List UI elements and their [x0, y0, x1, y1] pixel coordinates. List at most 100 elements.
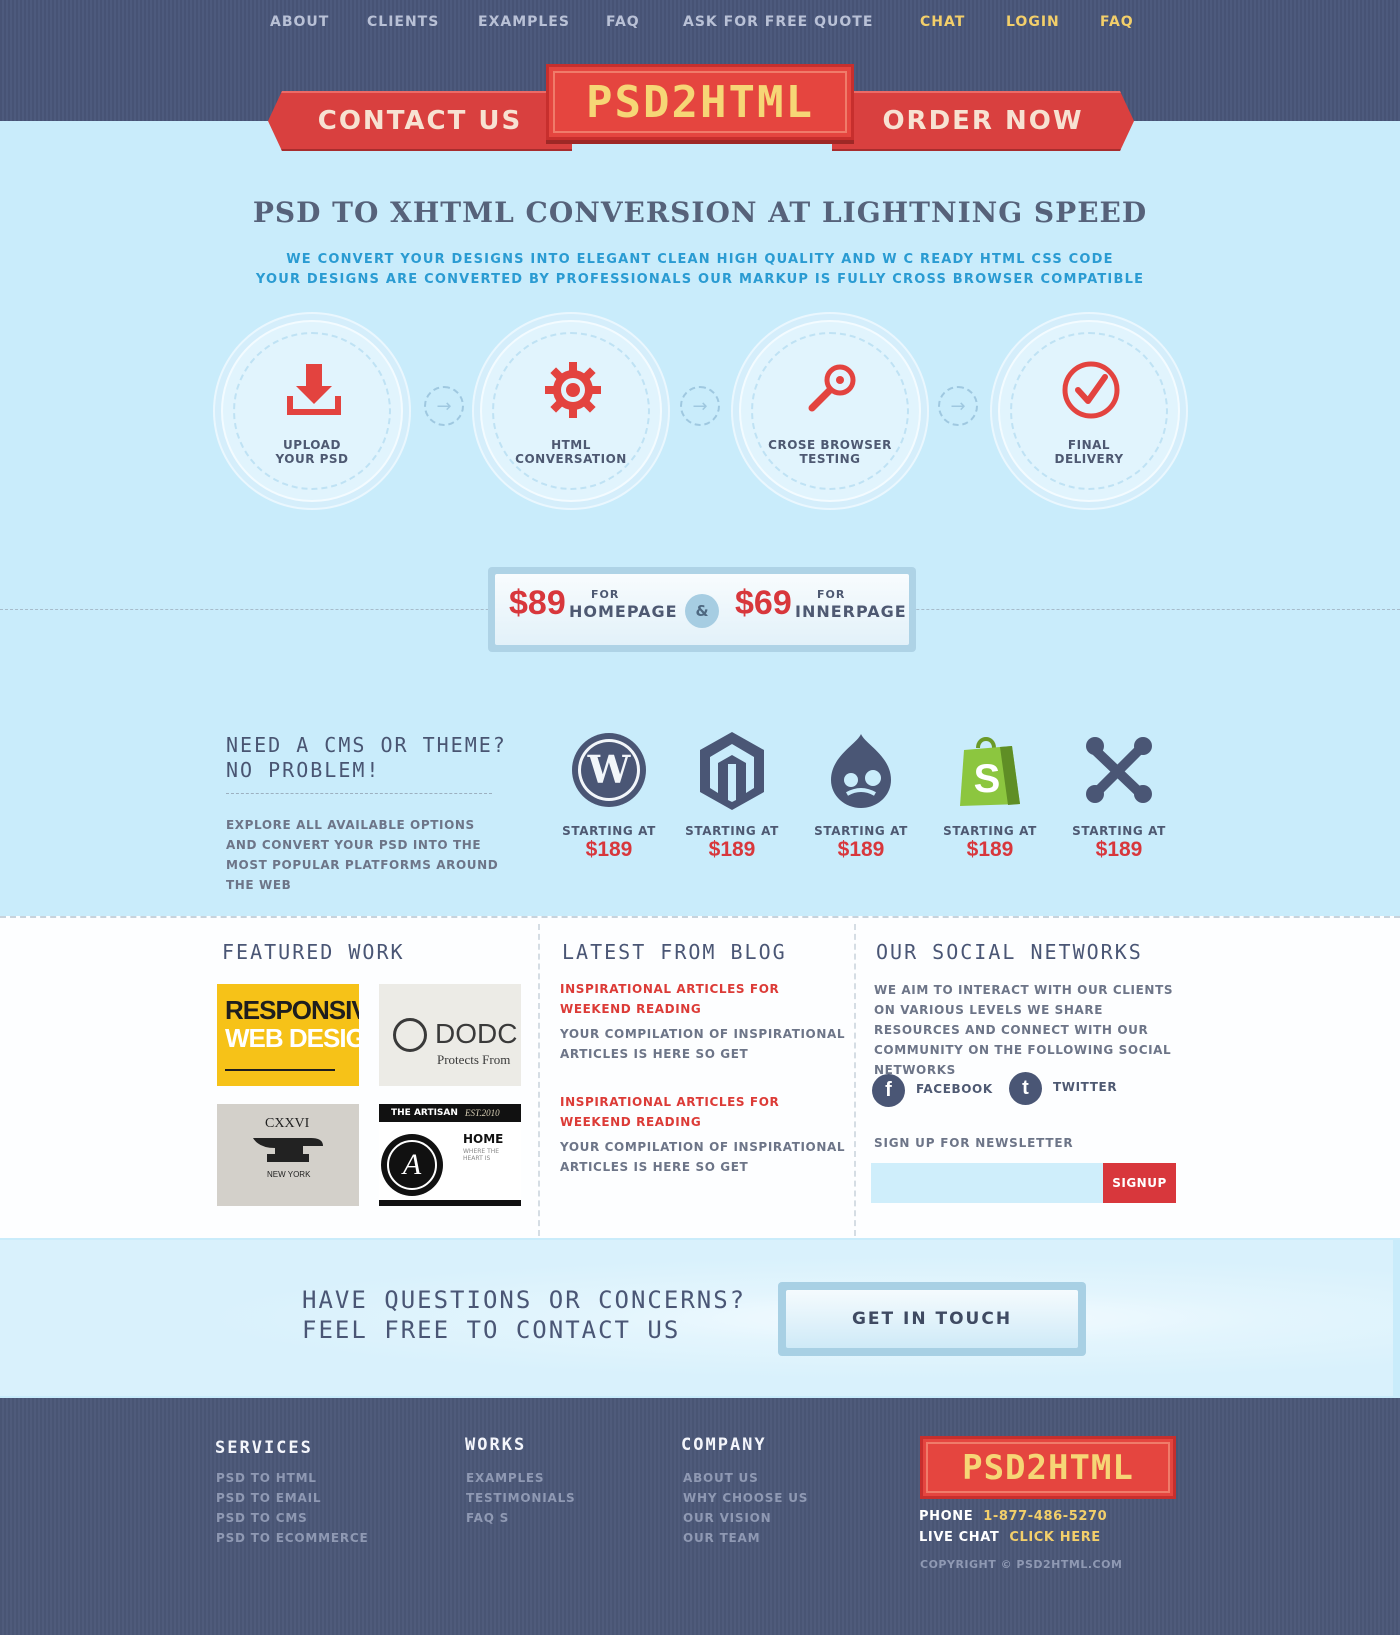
- order-now-button[interactable]: ORDER NOW: [832, 91, 1134, 151]
- footer-phone: PHONE 1-877-486-5270: [919, 1509, 1107, 1524]
- cms-joomla[interactable]: STARTING AT $189: [1064, 730, 1174, 862]
- footer-logo[interactable]: PSD2HTML: [920, 1436, 1176, 1499]
- thumb-subtext: Protects From: [437, 1052, 511, 1067]
- column-divider: [538, 924, 540, 1236]
- cms-description: EXPLORE ALL AVAILABLE OPTIONS AND CONVER…: [226, 818, 499, 892]
- step-label-line2: YOUR PSD: [275, 452, 349, 466]
- cms-magento[interactable]: STARTING AT $189: [677, 730, 787, 862]
- live-chat-link[interactable]: CLICK HERE: [1009, 1530, 1100, 1545]
- cms-shopify[interactable]: S STARTING AT $189: [935, 730, 1045, 862]
- footer-company-title: COMPANY: [681, 1435, 767, 1455]
- check-icon: [1062, 361, 1120, 419]
- column-divider: [854, 924, 856, 1236]
- footer-link[interactable]: WHY CHOOSE US: [683, 1491, 808, 1505]
- ampersand-badge: &: [685, 594, 719, 628]
- content-section: [0, 916, 1400, 1238]
- svg-text:S: S: [974, 757, 1001, 801]
- contact-us-button[interactable]: CONTACT US: [268, 91, 572, 151]
- top-nav: ABOUT CLIENTS EXAMPLES FAQ ASK FOR FREE …: [0, 14, 1400, 34]
- footer-link[interactable]: EXAMPLES: [466, 1471, 544, 1485]
- svg-text:W: W: [587, 747, 632, 792]
- cms-starting: STARTING AT: [685, 824, 779, 838]
- step-label-line1: UPLOAD: [283, 438, 341, 452]
- contact-line1: HAVE QUESTIONS OR CONCERNS?: [302, 1286, 747, 1314]
- cms-price: $189: [966, 838, 1014, 861]
- nav-free-quote[interactable]: ASK FOR FREE QUOTE: [683, 14, 873, 30]
- twitter-icon[interactable]: t: [1009, 1072, 1042, 1105]
- facebook-link[interactable]: FACEBOOK: [916, 1082, 993, 1096]
- magento-icon: [700, 732, 764, 810]
- cms-starting: STARTING AT: [814, 824, 908, 838]
- footer-link[interactable]: PSD TO HTML: [216, 1471, 317, 1485]
- drupal-icon: [831, 734, 891, 808]
- footer-link[interactable]: PSD TO ECOMMERCE: [216, 1531, 368, 1545]
- nav-clients[interactable]: CLIENTS: [367, 14, 439, 30]
- gear-icon: [545, 362, 601, 418]
- footer-link[interactable]: PSD TO EMAIL: [216, 1491, 321, 1505]
- shopify-icon: S: [960, 737, 1020, 806]
- price-box[interactable]: $89 FOR HOMEPAGE & $69 FOR INNERPAGE: [488, 567, 916, 652]
- nav-examples[interactable]: EXAMPLES: [478, 14, 570, 30]
- facebook-icon[interactable]: f: [872, 1074, 905, 1107]
- twitter-link[interactable]: TWITTER: [1053, 1080, 1117, 1094]
- footer-link[interactable]: OUR VISION: [683, 1511, 771, 1525]
- blog-post-excerpt: YOUR COMPILATION OF INSPIRATIONAL ARTICL…: [560, 1027, 846, 1061]
- nav-chat[interactable]: CHAT: [920, 14, 965, 30]
- thumb-header: THE ARTISAN: [391, 1108, 458, 1118]
- cms-divider: [226, 793, 492, 794]
- newsletter-email-input[interactable]: [871, 1163, 1103, 1203]
- cms-price: $189: [1095, 838, 1143, 861]
- wordpress-icon: W: [572, 733, 646, 807]
- cms-title: NEED A CMS OR THEME? NO PROBLEM!: [226, 733, 507, 783]
- featured-thumb-cxxvi[interactable]: CXXVI NEW YORK: [217, 1104, 359, 1206]
- phone-number[interactable]: 1-877-486-5270: [983, 1509, 1107, 1524]
- signup-button[interactable]: SIGNUP: [1103, 1163, 1176, 1203]
- download-icon: [287, 364, 341, 415]
- homepage-label: HOMEPAGE: [569, 602, 678, 621]
- social-title: OUR SOCIAL NETWORKS: [876, 940, 1143, 964]
- cms-price: $189: [837, 838, 885, 861]
- hero-subtitle-2: YOUR DESIGNS ARE CONVERTED BY PROFESSION…: [255, 272, 1145, 287]
- site-logo[interactable]: PSD2HTML: [546, 64, 854, 140]
- get-in-touch-button[interactable]: GET IN TOUCH: [786, 1290, 1078, 1348]
- social-description: WE AIM TO INTERACT WITH OUR CLIENTS ON V…: [874, 983, 1174, 1077]
- featured-thumb-dodo[interactable]: DODC Protects From: [379, 984, 521, 1086]
- cms-price: $189: [585, 838, 633, 861]
- homepage-for: FOR: [591, 588, 620, 601]
- footer-link[interactable]: ABOUT US: [683, 1471, 759, 1485]
- nav-faq[interactable]: FAQ: [606, 14, 640, 30]
- footer-link[interactable]: PSD TO CMS: [216, 1511, 308, 1525]
- anvil-icon: [253, 1138, 323, 1162]
- step-label-line2: CONVERSATION: [515, 452, 627, 466]
- thumb-brand: DODC: [435, 1018, 518, 1049]
- arrow-right-icon: →: [938, 386, 978, 426]
- footer-link[interactable]: TESTIMONIALS: [466, 1491, 576, 1505]
- nav-login[interactable]: LOGIN: [1006, 14, 1060, 30]
- nav-faq-right[interactable]: FAQ: [1100, 14, 1134, 30]
- blog-post-title[interactable]: INSPIRATIONAL ARTICLES FOR WEEKEND READI…: [560, 979, 850, 1019]
- cms-starting: STARTING AT: [562, 824, 656, 838]
- arrow-right-icon: →: [424, 386, 464, 426]
- step-label-line2: DELIVERY: [1054, 452, 1124, 466]
- cms-starting: STARTING AT: [943, 824, 1037, 838]
- step-label-line1: CROSE BROWSER: [768, 438, 892, 452]
- artisan-badge-icon: A: [381, 1134, 443, 1196]
- innerpage-for: FOR: [817, 588, 846, 601]
- footer-link[interactable]: OUR TEAM: [683, 1531, 760, 1545]
- blog-post-excerpt: YOUR COMPILATION OF INSPIRATIONAL ARTICL…: [560, 1140, 846, 1174]
- step-label-line2: TESTING: [799, 452, 861, 466]
- innerpage-price: $69: [735, 584, 792, 622]
- nav-about[interactable]: ABOUT: [270, 14, 329, 30]
- blog-post-title[interactable]: INSPIRATIONAL ARTICLES FOR WEEKEND READI…: [560, 1092, 850, 1132]
- cms-wordpress[interactable]: W STARTING AT $189: [554, 730, 664, 862]
- step-upload: UPLOAD YOUR PSD: [221, 320, 403, 502]
- featured-thumb-responsive[interactable]: RESPONSIVE WEB DESIGN: [217, 984, 359, 1086]
- cms-drupal[interactable]: STARTING AT $189: [806, 730, 916, 862]
- featured-work-title: FEATURED WORK: [222, 940, 405, 964]
- featured-thumb-artisan[interactable]: THE ARTISAN EST.2010 A HOME WHERE THE HE…: [379, 1104, 521, 1206]
- cms-title-line2: NO PROBLEM!: [226, 758, 381, 782]
- step-delivery: FINAL DELIVERY: [998, 320, 1180, 502]
- step-conversion: HTML CONVERSATION: [480, 320, 662, 502]
- blog-title: LATEST FROM BLOG: [562, 940, 787, 964]
- footer-link[interactable]: FAQ S: [466, 1511, 509, 1525]
